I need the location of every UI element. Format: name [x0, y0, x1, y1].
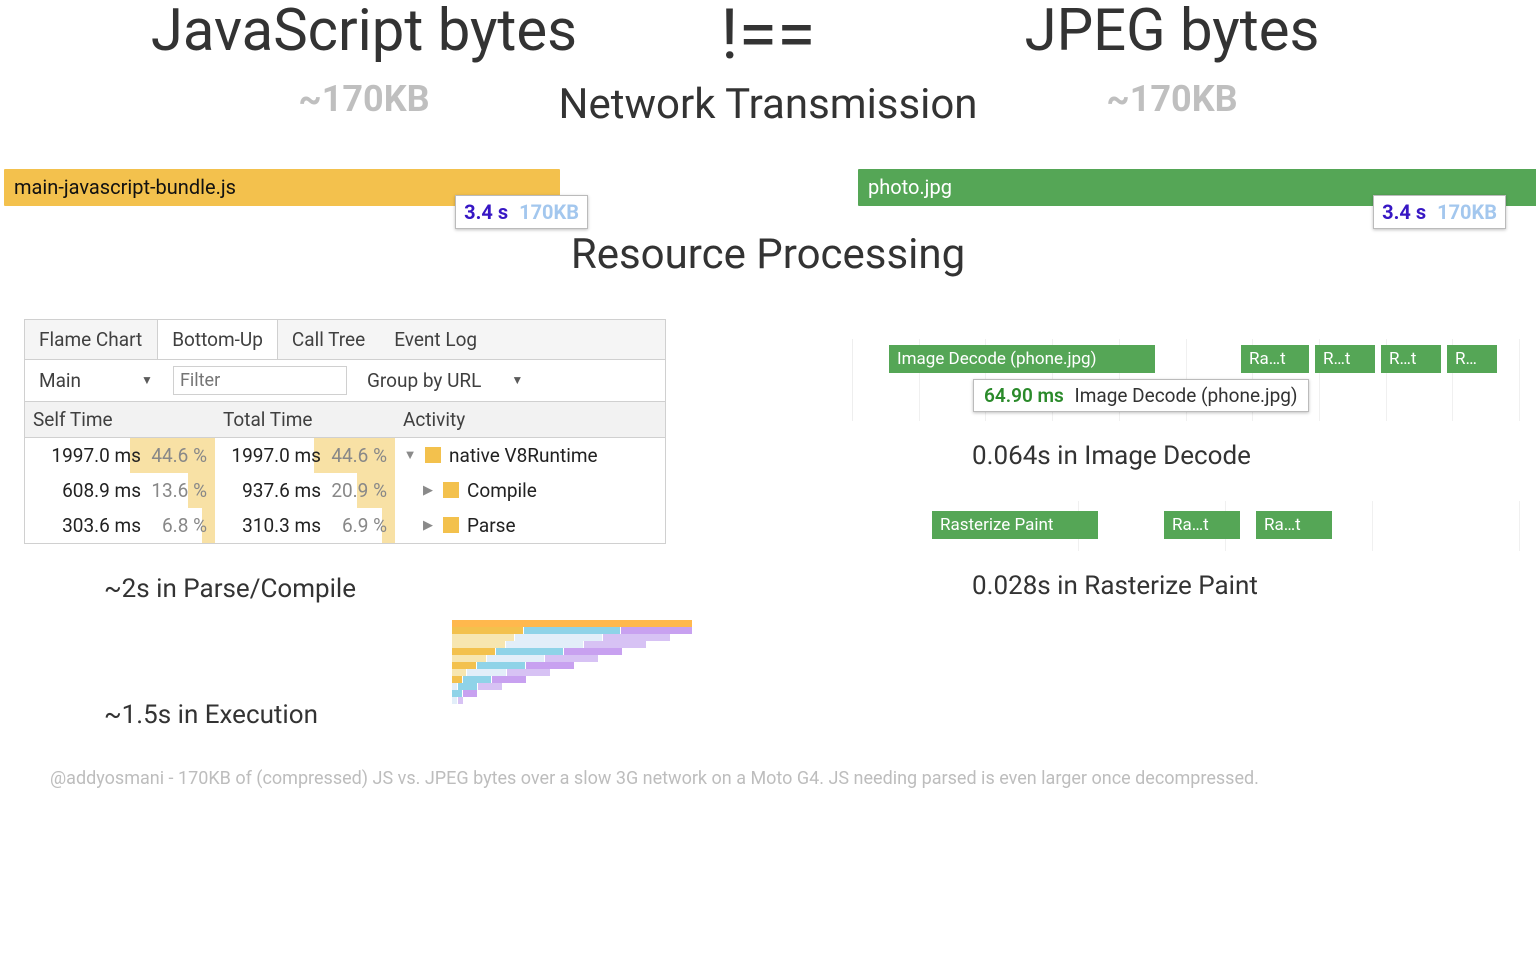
selftime-value: 1997.0 ms — [51, 444, 141, 467]
img-bar-wrap: photo.jpg 3.4 s 170KB — [858, 169, 1532, 206]
self-time-cell: 1997.0 ms 44.6 % — [25, 438, 215, 473]
category-swatch — [443, 482, 459, 498]
processing-columns: Flame Chart Bottom-Up Call Tree Event Lo… — [0, 319, 1536, 760]
raster-timeline: Rasterize Paint Ra…t Ra…t — [932, 501, 1520, 551]
expander-right-icon[interactable]: ▶ — [421, 518, 435, 533]
js-processing-column: Flame Chart Bottom-Up Call Tree Event Lo… — [24, 319, 732, 760]
selftime-value: 608.9 ms — [51, 479, 141, 502]
category-swatch — [425, 447, 441, 463]
total-time-cell: 937.6 ms 20.9 % — [215, 473, 395, 508]
totaltime-pct: 20.9 % — [331, 479, 387, 502]
js-network-time: 3.4 s — [464, 200, 508, 224]
raster-bar: Ra…t — [1164, 511, 1240, 539]
activity-cell[interactable]: ▶ Compile — [395, 473, 665, 508]
tooltip-ms: 64.90 ms — [984, 384, 1064, 407]
footnote: @addyosmani - 170KB of (compressed) JS v… — [0, 760, 1536, 803]
self-time-cell: 608.9 ms 13.6 % — [25, 473, 215, 508]
tooltip-label: Image Decode (phone.jpg) — [1075, 384, 1298, 407]
selftime-value: 303.6 ms — [51, 514, 141, 537]
activity-cell[interactable]: ▼ native V8Runtime — [395, 438, 665, 473]
selftime-pct: 6.8 % — [151, 514, 207, 537]
parse-compile-summary: ~2s in Parse/Compile — [104, 574, 732, 604]
flame-graph — [452, 620, 692, 760]
totaltime-value: 937.6 ms — [231, 479, 321, 502]
groupby-select-value: Group by URL — [367, 369, 481, 392]
devtools-tabbar: Flame Chart Bottom-Up Call Tree Event Lo… — [25, 320, 665, 360]
js-bar-wrap: main-javascript-bundle.js 3.4 s 170KB — [4, 169, 678, 206]
image-decode-tooltip: 64.90 ms Image Decode (phone.jpg) — [973, 379, 1309, 412]
rasterize-paint-bar: Rasterize Paint — [932, 511, 1098, 539]
total-time-cell: 310.3 ms 6.9 % — [215, 508, 395, 543]
raster-bar: R…t — [1315, 345, 1375, 373]
activity-label: Parse — [467, 514, 516, 537]
expander-right-icon[interactable]: ▶ — [421, 483, 435, 498]
activity-cell[interactable]: ▶ Parse — [395, 508, 665, 543]
col-self-time: Self Time — [25, 402, 215, 438]
not-equal-symbol: !== — [668, 0, 868, 70]
img-network-badge: 3.4 s 170KB — [1373, 195, 1506, 229]
raster-bar: R…t — [1381, 345, 1441, 373]
thread-select-value: Main — [39, 369, 81, 392]
selftime-pct: 44.6 % — [151, 444, 207, 467]
raster-bar: Ra…t — [1256, 511, 1332, 539]
image-decode-bar: Image Decode (phone.jpg) — [889, 345, 1155, 373]
jpeg-title: JPEG bytes — [868, 0, 1476, 64]
header-center: !== — [668, 0, 868, 70]
total-time-cell: 1997.0 ms 44.6 % — [215, 438, 395, 473]
expander-down-icon[interactable]: ▼ — [403, 447, 417, 463]
processing-section-label: Resource Processing — [0, 230, 1536, 279]
timeline-bars: Image Decode (phone.jpg) Ra…t R…t R…t R… — [889, 345, 1520, 373]
raster-bar: R… — [1447, 345, 1497, 373]
tab-bottom-up[interactable]: Bottom-Up — [157, 320, 278, 359]
image-decode-summary: 0.064s in Image Decode — [972, 441, 1520, 471]
js-network-size: 170KB — [519, 200, 579, 224]
groupby-select[interactable]: Group by URL ▼ — [361, 366, 529, 395]
self-time-cell: 303.6 ms 6.8 % — [25, 508, 215, 543]
selftime-pct: 13.6 % — [151, 479, 207, 502]
filter-input[interactable] — [173, 366, 347, 395]
raster-bar: Ra…t — [1241, 345, 1309, 373]
totaltime-value: 310.3 ms — [231, 514, 321, 537]
tab-call-tree[interactable]: Call Tree — [278, 320, 380, 359]
col-total-time: Total Time — [215, 402, 395, 438]
totaltime-value: 1997.0 ms — [231, 444, 321, 467]
devtools-controls: Main ▼ Group by URL ▼ — [25, 360, 665, 402]
jpeg-processing-column: Image Decode (phone.jpg) Ra…t R…t R…t R…… — [812, 319, 1520, 760]
execution-summary: ~1.5s in Execution — [104, 700, 318, 730]
activity-label: native V8Runtime — [449, 444, 598, 467]
rasterize-summary: 0.028s in Rasterize Paint — [972, 571, 1520, 601]
js-network-badge: 3.4 s 170KB — [455, 195, 588, 229]
chevron-down-icon: ▼ — [141, 373, 153, 387]
thread-select[interactable]: Main ▼ — [33, 366, 159, 395]
col-activity: Activity — [395, 402, 665, 438]
img-network-size: 170KB — [1437, 200, 1497, 224]
devtools-panel: Flame Chart Bottom-Up Call Tree Event Lo… — [24, 319, 666, 544]
img-network-time: 3.4 s — [1382, 200, 1426, 224]
category-swatch — [443, 517, 459, 533]
activity-label: Compile — [467, 479, 537, 502]
timeline-bars: Rasterize Paint Ra…t Ra…t — [932, 511, 1332, 539]
image-decode-timeline: Image Decode (phone.jpg) Ra…t R…t R…t R…… — [852, 339, 1520, 421]
chevron-down-icon: ▼ — [511, 373, 523, 387]
totaltime-pct: 44.6 % — [331, 444, 387, 467]
network-bars: main-javascript-bundle.js 3.4 s 170KB ph… — [0, 169, 1536, 206]
tab-flame-chart[interactable]: Flame Chart — [25, 320, 157, 359]
tab-event-log[interactable]: Event Log — [380, 320, 492, 359]
devtools-table: Self Time Total Time Activity 1997.0 ms … — [25, 402, 665, 543]
totaltime-pct: 6.9 % — [331, 514, 387, 537]
js-title: JavaScript bytes — [60, 0, 668, 64]
